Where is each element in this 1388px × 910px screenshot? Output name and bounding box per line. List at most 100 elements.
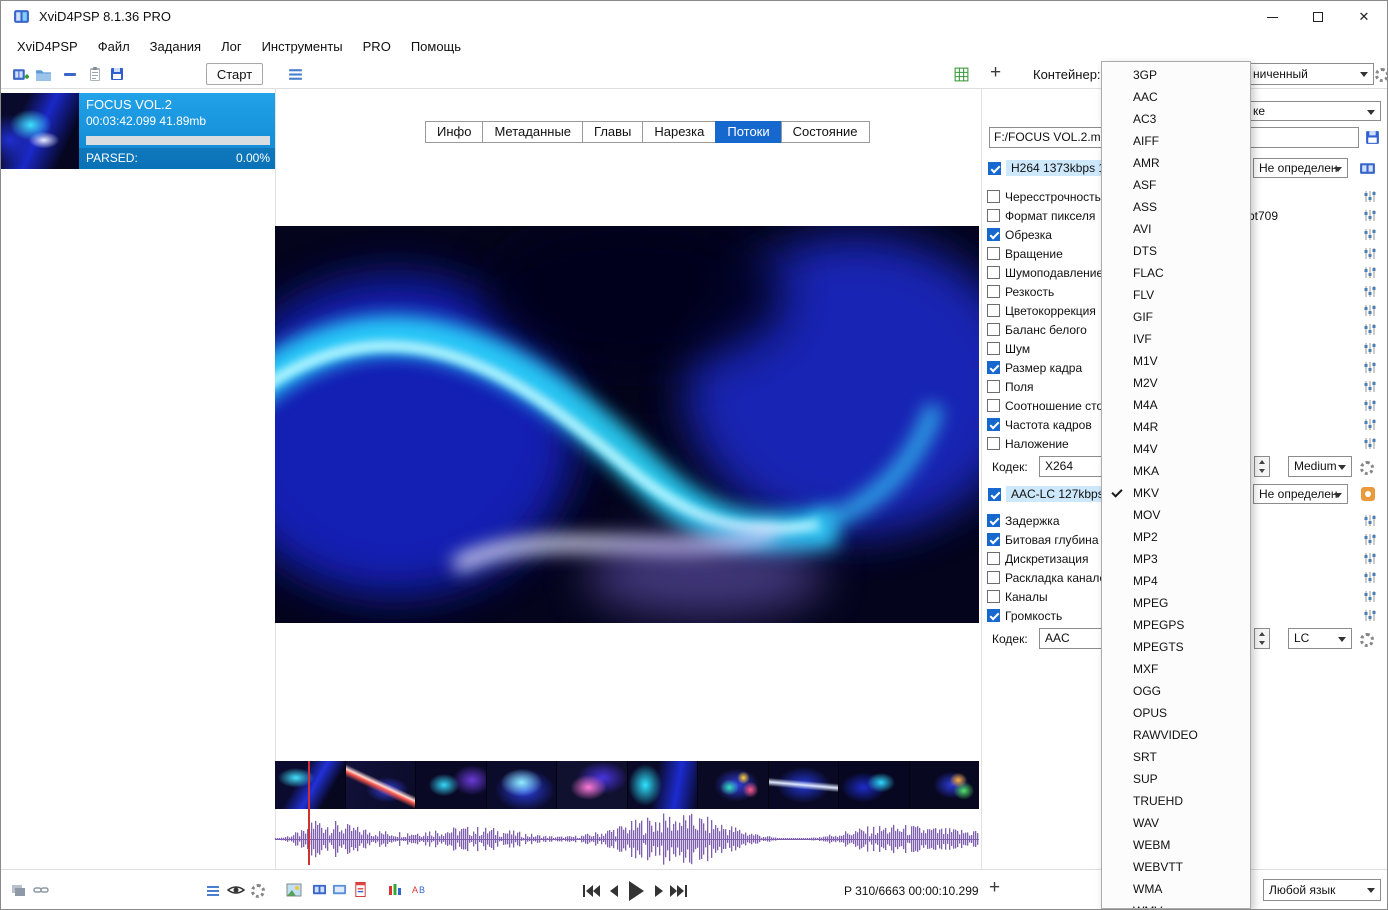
menu-item[interactable]: MP3 — [1102, 548, 1250, 570]
filter-settings-icon[interactable] — [1363, 380, 1377, 393]
filter-checkbox[interactable] — [987, 552, 1000, 565]
filter-checkbox[interactable] — [987, 228, 1000, 241]
menu-item[interactable]: FLAC — [1102, 262, 1250, 284]
tab[interactable]: Метаданные — [482, 121, 584, 143]
tab[interactable]: Главы — [582, 121, 644, 143]
tab[interactable]: Нарезка — [642, 121, 717, 143]
video-filmstrip-icon[interactable] — [1358, 159, 1376, 177]
filter-settings-icon[interactable] — [1363, 323, 1377, 336]
maximize-button[interactable] — [1295, 1, 1341, 33]
filter-settings-icon[interactable] — [1363, 342, 1377, 355]
filter-checkbox[interactable] — [987, 437, 1000, 450]
filter-settings-icon[interactable] — [1363, 437, 1377, 450]
encode-mode-combo[interactable]: ке — [1247, 101, 1381, 121]
audio-profile-combo[interactable]: LC — [1288, 628, 1352, 649]
menu-item[interactable]: MPEG — [1102, 592, 1250, 614]
menubar-item[interactable]: Лог — [211, 39, 252, 54]
menubar-item[interactable]: Файл — [88, 39, 140, 54]
play-button[interactable] — [625, 879, 647, 903]
menu-item[interactable]: MKV — [1102, 482, 1250, 504]
filter-settings-icon[interactable] — [1363, 266, 1377, 279]
filmstrip-thumbnail[interactable] — [768, 761, 838, 809]
filter-settings-icon[interactable] — [1363, 571, 1377, 584]
menu-item[interactable]: WMV — [1102, 900, 1250, 908]
filter-checkbox[interactable] — [987, 304, 1000, 317]
menu-item[interactable]: WEBVTT — [1102, 856, 1250, 878]
save-clip-icon[interactable] — [332, 882, 347, 897]
tab[interactable]: Потоки — [715, 121, 782, 143]
filter-checkbox[interactable] — [987, 380, 1000, 393]
job-item[interactable]: FOCUS VOL.2 00:03:42.099 41.89mb PARSED:… — [1, 93, 275, 169]
jobs-link-icon[interactable] — [33, 882, 49, 898]
filter-settings-icon[interactable] — [1363, 209, 1377, 222]
filter-checkbox[interactable] — [987, 533, 1000, 546]
jobs-queue-icon[interactable] — [11, 882, 27, 898]
menu-item[interactable]: FLV — [1102, 284, 1250, 306]
spin-up-icon[interactable] — [1255, 629, 1269, 639]
menu-item[interactable]: OGG — [1102, 680, 1250, 702]
filmstrip-thumbnail[interactable] — [416, 761, 486, 809]
filter-checkbox[interactable] — [987, 590, 1000, 603]
audio-codec-spinner[interactable] — [1254, 628, 1270, 649]
menu-item[interactable]: MPEGTS — [1102, 636, 1250, 658]
filter-checkbox[interactable] — [987, 361, 1000, 374]
save-icon[interactable] — [108, 65, 126, 83]
grid-table-icon[interactable] — [952, 65, 970, 83]
filmstrip-thumbnail[interactable] — [698, 761, 768, 809]
menu-item[interactable]: AC3 — [1102, 108, 1250, 130]
menu-item[interactable]: MXF — [1102, 658, 1250, 680]
screenshot-image-icon[interactable] — [286, 882, 302, 898]
filter-checkbox[interactable] — [987, 323, 1000, 336]
audio-range-combo[interactable]: Не определен — [1253, 484, 1348, 504]
menu-item[interactable]: MP2 — [1102, 526, 1250, 548]
filter-checkbox[interactable] — [987, 209, 1000, 222]
filter-settings-icon[interactable] — [1363, 228, 1377, 241]
filmstrip[interactable] — [275, 761, 979, 809]
filmstrip-thumbnail[interactable] — [557, 761, 627, 809]
tab[interactable]: Инфо — [425, 121, 484, 143]
filter-settings-icon[interactable] — [1363, 304, 1377, 317]
menu-item[interactable]: 3GP — [1102, 64, 1250, 86]
filter-checkbox[interactable] — [987, 571, 1000, 584]
menu-item[interactable]: M4V — [1102, 438, 1250, 460]
spin-down-icon[interactable] — [1255, 467, 1269, 477]
filmstrip-thumbnail[interactable] — [627, 761, 697, 809]
menu-item[interactable]: AIFF — [1102, 130, 1250, 152]
menubar-item[interactable]: XviD4PSP — [7, 39, 88, 54]
filmstrip-thumbnail[interactable] — [909, 761, 979, 809]
menubar-item[interactable]: PRO — [353, 39, 401, 54]
menu-item[interactable]: MOV — [1102, 504, 1250, 526]
filter-settings-icon[interactable] — [1363, 190, 1377, 203]
menu-item[interactable]: SUP — [1102, 768, 1250, 790]
menu-item[interactable]: MPEGPS — [1102, 614, 1250, 636]
audio-stream-header[interactable]: AAC-LC 127kbps 2 — [988, 484, 1119, 504]
menu-item[interactable]: GIF — [1102, 306, 1250, 328]
add-file-icon[interactable] — [11, 65, 29, 83]
open-folder-icon[interactable] — [34, 65, 52, 83]
menu-item[interactable]: WMA — [1102, 878, 1250, 900]
filter-settings-icon[interactable] — [1363, 533, 1377, 546]
toolbar-add-button[interactable]: + — [990, 63, 1001, 82]
frame-forward-button[interactable] — [653, 884, 665, 898]
menu-item[interactable]: M2V — [1102, 372, 1250, 394]
menu-item[interactable]: M1V — [1102, 350, 1250, 372]
filter-checkbox[interactable] — [987, 514, 1000, 527]
minimize-button[interactable] — [1249, 1, 1295, 33]
frame-back-button[interactable] — [608, 884, 620, 898]
menu-item[interactable]: AVI — [1102, 218, 1250, 240]
menu-item[interactable]: MP4 — [1102, 570, 1250, 592]
start-button[interactable]: Старт — [206, 63, 263, 85]
menu-item[interactable]: WAV — [1102, 812, 1250, 834]
menu-item[interactable]: M4A — [1102, 394, 1250, 416]
save-path-icon[interactable] — [1363, 128, 1381, 146]
settings-gear-icon[interactable] — [251, 884, 265, 898]
filter-settings-icon[interactable] — [1363, 247, 1377, 260]
filter-settings-icon[interactable] — [1363, 609, 1377, 622]
skip-end-button[interactable] — [669, 883, 689, 899]
menu-item[interactable]: WEBM — [1102, 834, 1250, 856]
skip-start-button[interactable] — [581, 883, 601, 899]
menu-item[interactable]: TRUEHD — [1102, 790, 1250, 812]
close-button[interactable]: ✕ — [1341, 1, 1387, 33]
save-frame-icon[interactable] — [312, 882, 327, 897]
filmstrip-thumbnail[interactable] — [486, 761, 556, 809]
